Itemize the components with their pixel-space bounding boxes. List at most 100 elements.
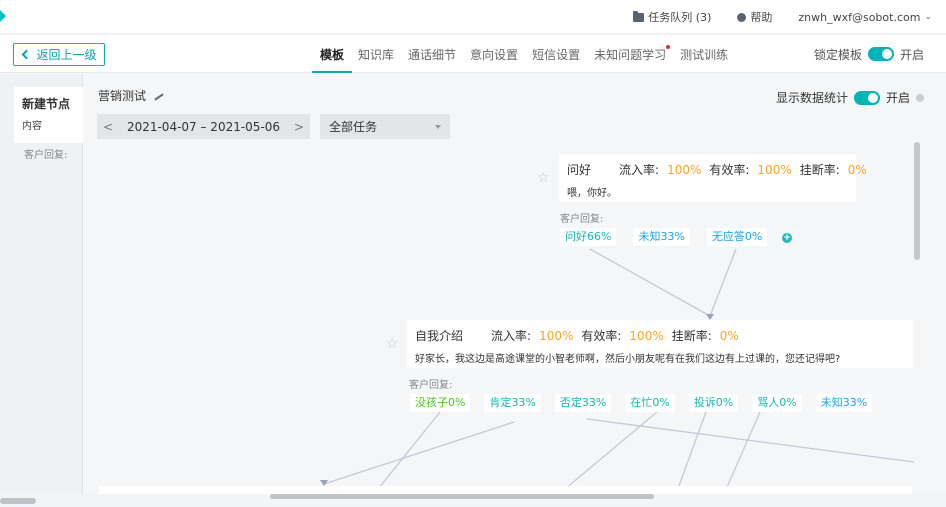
help-label: 帮助 xyxy=(750,11,773,24)
notification-dot xyxy=(666,45,671,49)
inflow-rate: 100% xyxy=(667,163,702,177)
new-node-content: 内容 xyxy=(22,121,42,132)
back-button[interactable]: 返回上一级 xyxy=(13,43,105,66)
task-filter-select[interactable]: 全部任务 xyxy=(320,114,450,139)
star-icon[interactable]: ☆ xyxy=(537,170,550,186)
connector-line xyxy=(589,248,711,317)
help-icon xyxy=(737,12,747,22)
stats-label: 显示数据统计 xyxy=(775,91,848,105)
stats-state: 开启 xyxy=(885,91,910,105)
child-node-card[interactable] xyxy=(98,486,912,494)
valid-label: 有效率: xyxy=(581,329,622,343)
task-queue-link[interactable]: 任务队列 (3) xyxy=(633,9,711,25)
nav-bar: 返回上一级 模板 知识库 通话细节 意向设置 短信设置 未知问题学习 测试训练 … xyxy=(0,35,946,73)
horizontal-scrollbar[interactable] xyxy=(270,494,654,499)
lock-template-toggle[interactable] xyxy=(867,47,894,61)
date-range-text: 2021-04-07 – 2021-05-06 xyxy=(126,119,281,134)
date-next-button[interactable]: > xyxy=(288,120,310,134)
tab-label: 短信设置 xyxy=(532,47,581,62)
valid-rate: 100% xyxy=(757,163,792,177)
tab-test-training[interactable]: 测试训练 xyxy=(680,35,728,73)
add-reply-icon[interactable]: + xyxy=(782,233,792,243)
tab-bar: 模板 知识库 通话细节 意向设置 短信设置 未知问题学习 测试训练 xyxy=(311,35,728,73)
connector-line xyxy=(586,418,915,463)
hangup-rate: 0% xyxy=(847,163,867,177)
tab-label: 通话细节 xyxy=(408,47,457,62)
reply-chip[interactable]: 肯定33% xyxy=(484,394,541,412)
tab-knowledge[interactable]: 知识库 xyxy=(358,35,394,73)
sidebar-horizontal-scrollbar[interactable] xyxy=(0,498,36,504)
reply-chip[interactable]: 未知33% xyxy=(633,228,690,246)
flow-title-text: 营销测试 xyxy=(98,89,147,103)
node-content: 喂，你好。 xyxy=(567,188,617,199)
reply-chip[interactable]: 无应答0% xyxy=(706,228,768,246)
left-reply-label: 客户回复: xyxy=(24,150,68,161)
edit-icon[interactable] xyxy=(154,92,164,101)
top-bar: 任务队列 (3) 帮助 znwh_wxf@sobot.com ⌄ xyxy=(0,0,946,34)
hangup-label: 挂断率: xyxy=(799,163,840,177)
folder-icon xyxy=(633,10,645,22)
vertical-scrollbar[interactable] xyxy=(914,142,920,260)
reply-label: 客户回复: xyxy=(560,214,604,225)
new-node-card[interactable]: 新建节点 内容 xyxy=(14,87,83,143)
valid-rate: 100% xyxy=(629,329,664,343)
tab-unknown-learning[interactable]: 未知问题学习 xyxy=(594,35,671,73)
reply-chip-group: 问好66% 未知33% 无应答0% xyxy=(560,228,768,246)
tab-template[interactable]: 模板 xyxy=(311,35,353,73)
tab-label: 意向设置 xyxy=(470,47,519,62)
inflow-rate: 100% xyxy=(539,329,574,343)
chevron-left-icon xyxy=(22,49,32,60)
node-name: 问好 xyxy=(567,163,592,177)
chevron-down-icon: ⌄ xyxy=(924,12,932,22)
tab-label: 模板 xyxy=(320,47,345,62)
user-email: znwh_wxf@sobot.com xyxy=(798,10,921,24)
node-content: 好家长，我这边是高途课堂的小智老师啊，然后小朋友呢有在我们这边有上过课的，您还记… xyxy=(415,354,841,365)
stats-toggle[interactable] xyxy=(853,90,880,105)
reply-chip[interactable]: 投诉0% xyxy=(688,394,739,412)
connector-line xyxy=(723,411,761,494)
inflow-label: 流入率: xyxy=(619,163,660,177)
date-range-picker[interactable]: < 2021-04-07 – 2021-05-06 > xyxy=(97,114,310,139)
user-menu[interactable]: znwh_wxf@sobot.com ⌄ xyxy=(798,11,932,24)
star-icon[interactable]: ☆ xyxy=(386,336,399,352)
reply-chip[interactable]: 在忙0% xyxy=(625,394,675,412)
tab-label: 未知问题学习 xyxy=(594,47,667,62)
node-card-greeting[interactable]: 问好 流入率: 100% 有效率: 100% 挂断率: 0% 喂，你好。 xyxy=(559,154,867,202)
node-sidebar: 新建节点 内容 客户回复: xyxy=(0,74,83,494)
task-queue-label: 任务队列 (3) xyxy=(648,11,712,24)
tab-call-detail[interactable]: 通话细节 xyxy=(408,35,456,73)
node-card-self-intro[interactable]: 自我介绍 流入率: 100% 有效率: 100% 挂断率: 0% 好家长，我这边是高途… xyxy=(407,320,913,368)
reply-label: 客户回复: xyxy=(409,380,453,391)
connector-line xyxy=(558,411,658,494)
tab-sms[interactable]: 短信设置 xyxy=(532,35,580,73)
top-right-group: 任务队列 (3) 帮助 znwh_wxf@sobot.com ⌄ xyxy=(633,0,932,34)
tab-label: 测试训练 xyxy=(680,47,729,62)
inflow-label: 流入率: xyxy=(491,329,532,343)
help-link[interactable]: 帮助 xyxy=(737,9,772,25)
date-prev-button[interactable]: < xyxy=(97,120,119,134)
reply-chip[interactable]: 没孩子0% xyxy=(410,394,471,412)
task-filter-value: 全部任务 xyxy=(329,120,378,134)
reply-chip-group: 没孩子0% 肯定33% 否定33% 在忙0% 投诉0% 骂人0% 未知33% xyxy=(410,394,873,412)
reply-chip[interactable]: 否定33% xyxy=(554,394,612,412)
info-icon[interactable] xyxy=(916,93,924,102)
caret-down-icon xyxy=(435,124,441,129)
valid-label: 有效率: xyxy=(709,163,750,177)
reply-chip[interactable]: 骂人0% xyxy=(752,394,802,412)
hangup-rate: 0% xyxy=(719,329,739,343)
tab-label: 知识库 xyxy=(358,47,395,62)
node-name: 自我介绍 xyxy=(415,329,464,343)
connector-line xyxy=(323,421,515,485)
connector-line xyxy=(675,411,707,494)
hangup-label: 挂断率: xyxy=(671,329,712,343)
new-node-title: 新建节点 xyxy=(22,97,71,111)
lock-template-group: 锁定模板 开启 xyxy=(814,35,924,73)
reply-chip[interactable]: 未知33% xyxy=(815,394,873,412)
back-label: 返回上一级 xyxy=(36,48,97,62)
node-stats: 问好 流入率: 100% 有效率: 100% 挂断率: 0% xyxy=(567,161,867,178)
flow-canvas[interactable]: 营销测试 < 2021-04-07 – 2021-05-06 > 全部任务 显示… xyxy=(84,74,946,494)
logo-icon xyxy=(0,10,6,22)
node-stats: 自我介绍 流入率: 100% 有效率: 100% 挂断率: 0% xyxy=(415,327,905,344)
reply-chip[interactable]: 问好66% xyxy=(560,228,617,246)
tab-intent[interactable]: 意向设置 xyxy=(470,35,518,73)
